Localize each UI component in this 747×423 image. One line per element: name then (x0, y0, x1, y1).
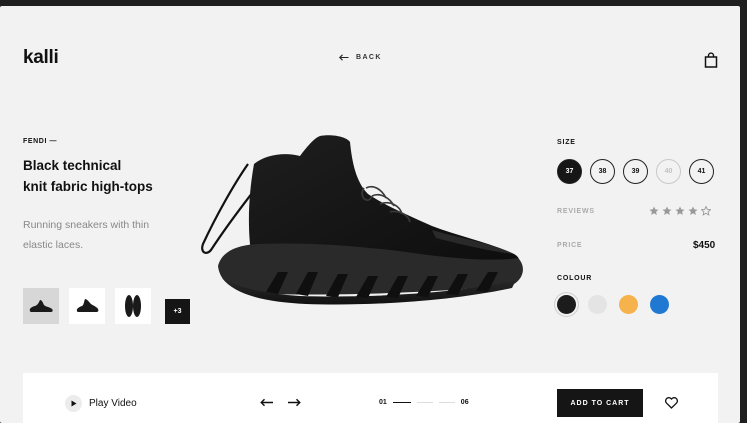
star-filled-icon (688, 206, 698, 215)
page-start: 01 (379, 399, 387, 406)
star-empty-icon (701, 206, 711, 216)
star-filled-icon (675, 206, 685, 215)
size-option-37[interactable]: 37 (557, 159, 582, 184)
product-title-line-1: Black technical (23, 158, 122, 173)
pagination: 01 06 (379, 399, 469, 406)
arrow-left-icon[interactable] (260, 398, 274, 407)
arrow-right-icon[interactable] (287, 398, 301, 407)
product-page: kalli BACK FENDI — Black technical knit … (0, 6, 740, 423)
colour-swatch-light-grey[interactable] (588, 295, 607, 314)
star-filled-icon (662, 206, 672, 215)
page-end: 06 (460, 399, 469, 406)
pagination-segment[interactable] (416, 402, 433, 403)
product-description: Running sneakers with thin elastic laces… (23, 219, 150, 251)
colour-selector (557, 295, 669, 314)
back-button[interactable]: BACK (339, 54, 382, 61)
thumbnail-side-view[interactable] (23, 288, 59, 324)
thumbnail-sole-view[interactable] (115, 288, 151, 324)
size-option-39[interactable]: 39 (623, 159, 648, 184)
product-title: Black technical knit fabric high-tops (23, 155, 193, 197)
price-value: $450 (693, 240, 716, 251)
shoe-thumbnail-icon (76, 299, 99, 312)
more-images-button[interactable]: +3 (165, 299, 190, 324)
thumbnail-strip: +3 (23, 288, 190, 324)
colour-swatch-blue[interactable] (650, 295, 669, 314)
add-to-cart-button[interactable]: ADD TO CART (557, 389, 643, 417)
size-selector: 37 38 39 40 41 (557, 159, 714, 184)
logo[interactable]: kalli (23, 47, 59, 69)
colour-swatch-orange[interactable] (619, 295, 638, 314)
pagination-segment-active[interactable] (392, 402, 411, 403)
arrow-left-icon (339, 54, 349, 61)
heart-icon[interactable] (665, 397, 678, 409)
size-label: SIZE (557, 139, 576, 146)
carousel-arrows (260, 398, 301, 407)
size-option-41[interactable]: 41 (689, 159, 714, 184)
play-icon (65, 395, 82, 412)
product-image (201, 135, 523, 305)
price-label: PRICE (557, 242, 583, 249)
back-label: BACK (356, 54, 382, 61)
colour-swatch-black[interactable] (557, 295, 576, 314)
shopping-bag-icon[interactable] (704, 52, 718, 68)
size-option-38[interactable]: 38 (590, 159, 615, 184)
size-option-40[interactable]: 40 (656, 159, 681, 184)
pagination-segment[interactable] (438, 402, 455, 403)
product-title-line-2: knit fabric high-tops (23, 179, 153, 194)
colour-label: COLOUR (557, 275, 593, 282)
bottom-bar: Play Video 01 06 ADD TO CART (23, 373, 718, 423)
thumbnail-angle-view[interactable] (69, 288, 105, 324)
brand-name: FENDI — (23, 138, 58, 145)
rating-stars[interactable] (649, 206, 711, 216)
shoe-thumbnail-icon (29, 300, 53, 312)
star-filled-icon (649, 206, 659, 215)
play-video-button[interactable]: Play Video (65, 395, 137, 412)
play-video-label: Play Video (89, 398, 137, 409)
reviews-label: REVIEWS (557, 208, 595, 215)
shoe-soles-icon (125, 295, 141, 317)
